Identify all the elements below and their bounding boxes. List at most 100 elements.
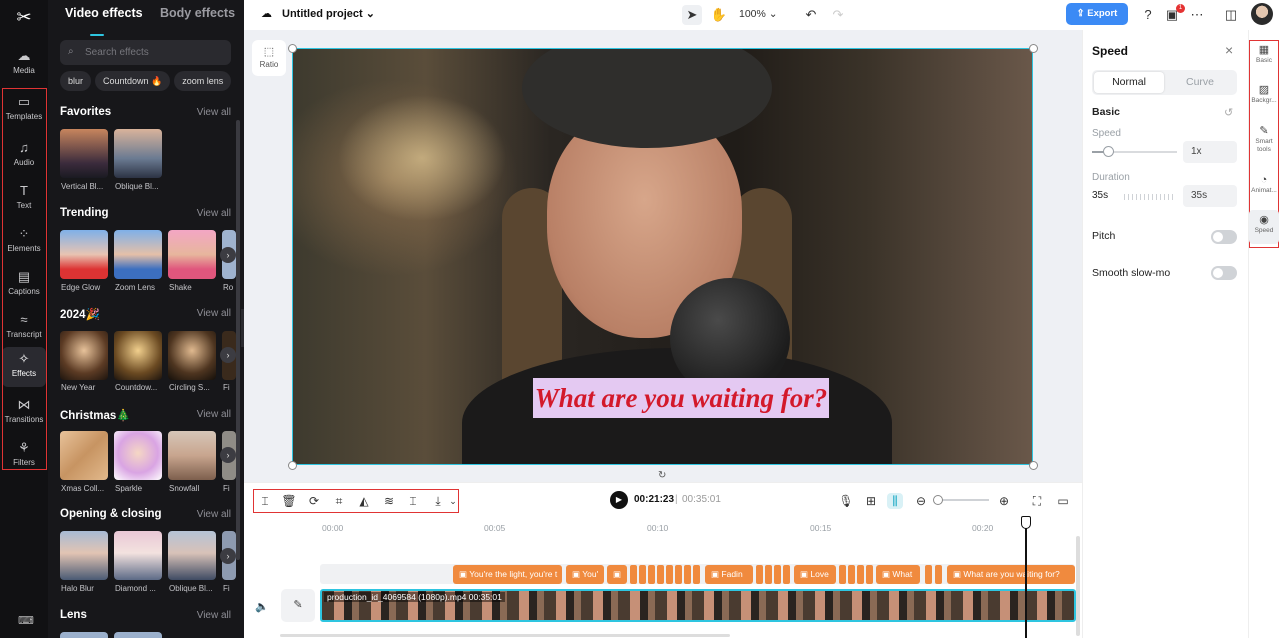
- chevron-right-icon[interactable]: ›: [220, 347, 236, 363]
- caption-clip[interactable]: ▣: [607, 565, 627, 584]
- chevron-right-icon[interactable]: ›: [220, 447, 236, 463]
- hand-icon[interactable]: ✋: [709, 5, 729, 25]
- effect-thumb[interactable]: [114, 230, 162, 279]
- caption-clip[interactable]: [866, 565, 873, 584]
- tab-video-effects[interactable]: Video effects: [65, 6, 143, 20]
- caption-clip[interactable]: [925, 565, 932, 584]
- snap-icon[interactable]: ⊞: [863, 493, 879, 509]
- layout-icon[interactable]: ◫: [1221, 5, 1241, 25]
- auto-trim-icon[interactable]: ⌶: [405, 493, 421, 509]
- zoom-out-icon[interactable]: ⊖: [913, 493, 929, 509]
- caption-clip[interactable]: [774, 565, 781, 584]
- resize-handle[interactable]: [288, 461, 297, 470]
- tool-animation[interactable]: ◔ Animat...: [1249, 173, 1279, 195]
- caption-clip[interactable]: [839, 565, 846, 584]
- pitch-toggle[interactable]: [1211, 230, 1237, 244]
- caption-clip[interactable]: ▣ Fadin: [705, 565, 753, 584]
- caption-clip[interactable]: ▣ Love: [794, 565, 836, 584]
- view-all-trending[interactable]: View all: [197, 208, 231, 219]
- effect-thumb[interactable]: [168, 331, 216, 380]
- more-icon[interactable]: ⋯: [1187, 5, 1207, 25]
- timeline-zoom-handle[interactable]: [933, 495, 943, 505]
- crop-icon[interactable]: ⌗: [331, 493, 347, 509]
- zoom-level[interactable]: 100% ⌄: [739, 8, 778, 20]
- resize-handle[interactable]: [1029, 461, 1038, 470]
- timeline-scrollbar[interactable]: [1076, 536, 1080, 636]
- effect-thumb[interactable]: [114, 632, 162, 638]
- view-all-opening-closing[interactable]: View all: [197, 509, 231, 520]
- play-button[interactable]: ▶: [610, 491, 628, 509]
- effect-thumb[interactable]: [114, 129, 162, 178]
- resize-handle[interactable]: [1029, 44, 1038, 53]
- caption-clip[interactable]: [693, 565, 700, 584]
- select-pointer-icon[interactable]: ➤: [682, 5, 702, 25]
- effect-thumb[interactable]: [168, 230, 216, 279]
- linkage-icon[interactable]: ⫼: [887, 493, 903, 509]
- caption-clip[interactable]: [756, 565, 763, 584]
- effect-thumb[interactable]: [60, 331, 108, 380]
- view-all-christmas[interactable]: View all: [197, 409, 231, 420]
- caption-clip[interactable]: [935, 565, 942, 584]
- panel-scrollbar[interactable]: [236, 120, 240, 560]
- caption-clip[interactable]: [639, 565, 646, 584]
- playhead[interactable]: [1025, 516, 1027, 638]
- caption-clip[interactable]: ▣ You': [566, 565, 604, 584]
- rail-item-media[interactable]: ☁ Media: [2, 44, 46, 84]
- reset-icon[interactable]: ↺: [1224, 106, 1233, 119]
- close-icon[interactable]: ×: [1225, 42, 1233, 58]
- caption-clip[interactable]: [765, 565, 772, 584]
- caption-clip[interactable]: [848, 565, 855, 584]
- smooth-slowmo-toggle[interactable]: [1211, 266, 1237, 280]
- delete-icon[interactable]: 🗑: [281, 493, 297, 509]
- caption-clip[interactable]: ▣ What: [876, 565, 920, 584]
- search-input[interactable]: Search effects: [60, 40, 231, 65]
- tool-background[interactable]: ▨ Backgr...: [1249, 83, 1279, 105]
- flip-icon[interactable]: ◭: [356, 493, 372, 509]
- tab-body-effects[interactable]: Body effects: [160, 6, 235, 20]
- timeline-hscrollbar[interactable]: [280, 634, 730, 637]
- tool-basic[interactable]: ▦ Basic: [1249, 43, 1279, 65]
- effect-thumb[interactable]: [114, 331, 162, 380]
- chip-countdown[interactable]: Countdown 🔥: [95, 71, 171, 91]
- speed-slider-handle[interactable]: [1103, 146, 1114, 157]
- effect-thumb[interactable]: [60, 431, 108, 480]
- volume-icon[interactable]: 🔈: [255, 600, 269, 613]
- chevron-down-icon[interactable]: ⌄: [445, 493, 461, 509]
- effect-thumb[interactable]: [114, 531, 162, 580]
- replace-icon[interactable]: ⟳: [306, 493, 322, 509]
- help-icon[interactable]: ?: [1138, 5, 1158, 25]
- caption-clip[interactable]: [630, 565, 637, 584]
- tool-speed[interactable]: ◉ Speed: [1249, 210, 1279, 244]
- cover-edit-button[interactable]: ✎: [281, 589, 315, 622]
- caption-clip[interactable]: [675, 565, 682, 584]
- chevron-right-icon[interactable]: ›: [220, 247, 236, 263]
- chevron-right-icon[interactable]: ›: [220, 548, 236, 564]
- view-all-2024[interactable]: View all: [197, 308, 231, 319]
- caption-clip[interactable]: [657, 565, 664, 584]
- view-all-favorites[interactable]: View all: [197, 107, 231, 118]
- split-icon[interactable]: ⌶: [257, 493, 273, 509]
- feedback-icon[interactable]: ▭: [1055, 493, 1071, 509]
- microphone-icon[interactable]: 🎙: [838, 493, 854, 509]
- view-all-lens[interactable]: View all: [197, 610, 231, 621]
- project-title[interactable]: ☁ Untitled project ⌄: [261, 7, 375, 20]
- duration-input[interactable]: 35s: [1183, 185, 1237, 207]
- chip-zoom-lens[interactable]: zoom lens: [174, 71, 232, 91]
- redo-icon[interactable]: ↷: [828, 5, 848, 25]
- tab-normal[interactable]: Normal: [1094, 72, 1164, 93]
- fullscreen-icon[interactable]: ⛶: [1029, 493, 1045, 509]
- effect-thumb[interactable]: [168, 431, 216, 480]
- avatar[interactable]: [1251, 3, 1273, 25]
- chip-blur[interactable]: blur: [60, 71, 92, 91]
- undo-icon[interactable]: ↶: [801, 5, 821, 25]
- resize-handle[interactable]: [288, 44, 297, 53]
- caption-clip[interactable]: ▣ What are you waiting for?: [947, 565, 1075, 584]
- zoom-in-icon[interactable]: ⊕: [996, 493, 1012, 509]
- effect-thumb[interactable]: [114, 431, 162, 480]
- speed-value-input[interactable]: 1x: [1183, 141, 1237, 163]
- effect-thumb[interactable]: [60, 230, 108, 279]
- caption-clip[interactable]: [648, 565, 655, 584]
- caption-clip[interactable]: [857, 565, 864, 584]
- caption-clip[interactable]: ▣ You're the light, you're t: [453, 565, 562, 584]
- effect-thumb[interactable]: [168, 531, 216, 580]
